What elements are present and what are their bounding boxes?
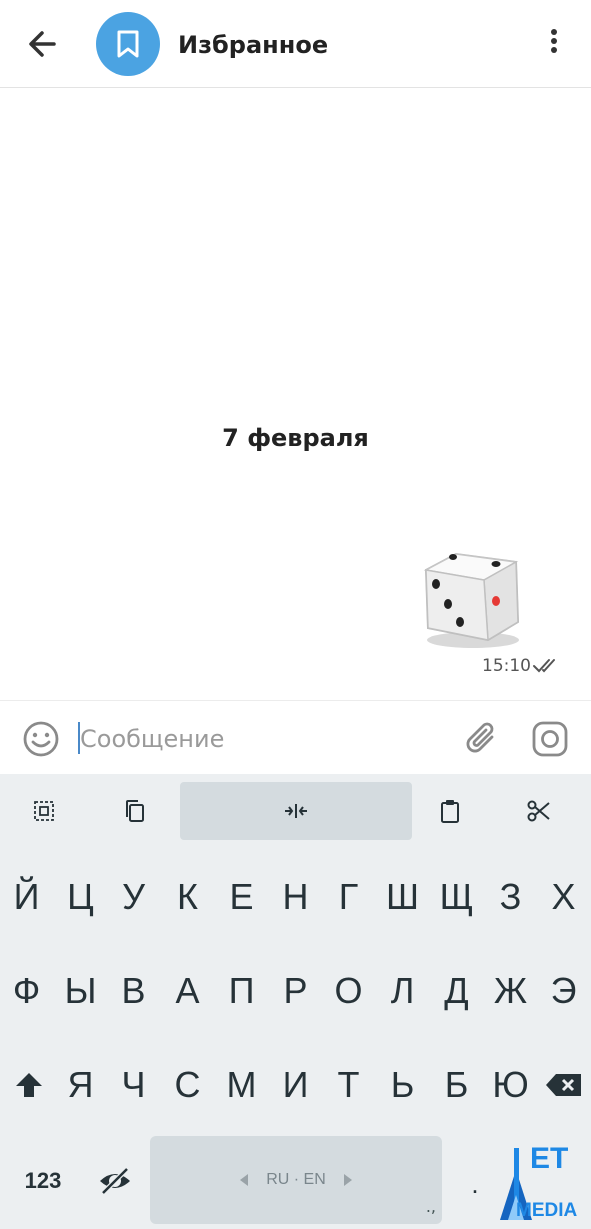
paperclip-icon [466,722,494,753]
key[interactable]: Ю [484,1040,537,1130]
paste-button[interactable] [420,782,480,840]
more-menu-button[interactable] [540,26,568,62]
select-all-button[interactable] [14,782,74,840]
attach-button[interactable] [462,719,502,759]
backspace-icon [546,1074,581,1096]
cursor-move-button[interactable] [180,782,412,840]
back-button[interactable] [22,24,62,64]
emoji-button[interactable] [22,720,60,758]
incognito-key[interactable] [90,1138,140,1224]
emoji-icon [23,721,59,757]
language-label: RU · EN [266,1171,326,1188]
message-composer: Сообщение [0,700,591,774]
key[interactable]: Л [376,946,429,1036]
double-check-icon [533,659,555,673]
key[interactable]: З [484,852,537,942]
key[interactable]: Щ [430,852,483,942]
select-all-icon [34,801,54,821]
date-separator: 7 февраля [222,424,369,452]
key[interactable]: Н [269,852,322,942]
key[interactable]: П [215,946,268,1036]
bookmark-icon [117,30,139,58]
key[interactable]: Ш [376,852,429,942]
backspace-key[interactable] [540,1040,588,1130]
key[interactable]: О [322,946,375,1036]
numbers-key[interactable]: 123 [14,1138,72,1224]
more-vertical-icon [540,29,568,53]
key[interactable]: У [107,852,160,942]
keyboard-row-1: Й Ц У К Е Н Г Ш Щ З Х [0,852,591,942]
cursor-move-icon [285,804,307,818]
avatar[interactable] [96,12,160,76]
key[interactable]: И [269,1040,322,1130]
key[interactable]: Ь [376,1040,429,1130]
key[interactable]: Г [322,852,375,942]
key[interactable]: Р [269,946,322,1036]
copy-icon [126,800,144,822]
message-input[interactable]: Сообщение [76,719,446,759]
key[interactable]: Э [537,946,590,1036]
paste-icon [441,800,459,823]
space-punctuation-hint: ., [425,1197,436,1216]
key[interactable]: М [215,1040,268,1130]
cut-icon [527,800,550,822]
key[interactable]: Т [322,1040,375,1130]
instagram-camera-icon [532,721,568,757]
dice-icon[interactable] [418,540,524,650]
hide-eye-icon [100,1167,130,1195]
language-right-icon [344,1174,352,1186]
watermark-text-top: ET [530,1142,569,1175]
key[interactable]: В [107,946,160,1036]
watermark-logo: ET MEDIA [486,1140,586,1224]
key[interactable]: Ц [54,852,107,942]
key[interactable]: Х [537,852,590,942]
keyboard-row-2: Ф Ы В А П Р О Л Д Ж Э [0,946,591,1036]
cut-button[interactable] [508,782,570,840]
message-placeholder: Сообщение [80,725,225,753]
keyboard-row-3: Я Ч С М И Т Ь Б Ю [0,1040,591,1130]
arrow-left-icon [29,31,56,57]
key[interactable]: К [161,852,214,942]
key[interactable]: Я [54,1040,107,1130]
shift-arrow-icon [16,1073,42,1097]
chat-header: Избранное [0,0,591,88]
keyboard-toolbar [0,774,591,846]
chat-title[interactable]: Избранное [178,30,328,60]
message-time: 15:10 [482,656,531,676]
watermark-text-bottom: MEDIA [516,1200,578,1221]
key[interactable]: А [161,946,214,1036]
copy-button[interactable] [104,782,164,840]
key[interactable]: Ы [54,946,107,1036]
key[interactable]: Б [430,1040,483,1130]
key[interactable]: Ч [107,1040,160,1130]
key[interactable]: Ж [484,946,537,1036]
key[interactable]: Й [0,852,53,942]
space-key[interactable]: RU · EN ., [150,1136,442,1224]
key[interactable]: Ф [0,946,53,1036]
key[interactable]: С [161,1040,214,1130]
shift-key[interactable] [6,1040,52,1130]
chat-area[interactable]: 7 февраля 15:10 [0,88,591,700]
key[interactable]: Е [215,852,268,942]
key[interactable]: Д [430,946,483,1036]
camera-button[interactable] [530,719,570,759]
